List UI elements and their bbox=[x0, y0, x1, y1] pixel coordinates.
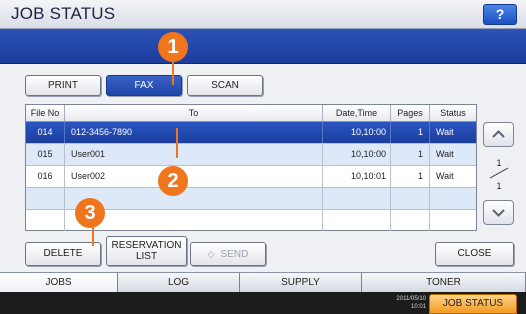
bottom-tab-bar: JOBS LOG SUPPLY TONER bbox=[0, 272, 526, 292]
delete-button[interactable]: DELETE bbox=[25, 242, 101, 266]
reservation-label-line2: LIST bbox=[135, 251, 158, 262]
chevron-up-icon bbox=[492, 130, 505, 138]
cell-date-time: 10,10:00 bbox=[323, 122, 391, 143]
job-status-button[interactable]: JOB STATUS bbox=[429, 294, 517, 314]
help-button[interactable]: ? bbox=[483, 4, 517, 25]
tab-log[interactable]: LOG bbox=[118, 273, 240, 292]
reservation-label-line1: RESERVATION bbox=[111, 240, 182, 251]
scroll-down-button[interactable] bbox=[483, 200, 514, 225]
tab-print[interactable]: PRINT bbox=[25, 75, 101, 96]
status-date: 2011/05/10 bbox=[396, 296, 426, 302]
cell-file-no: 014 bbox=[26, 122, 65, 143]
cell-status: Wait bbox=[436, 149, 454, 159]
reservation-list-button[interactable]: RESERVATION LIST bbox=[106, 236, 187, 266]
job-status-screen: JOB STATUS ? PRINT FAX SCAN File No To D… bbox=[0, 0, 526, 314]
column-header-status: Status bbox=[430, 105, 476, 122]
cell-to: 012-3456-7890 bbox=[65, 122, 323, 143]
column-header-pages: Pages bbox=[391, 105, 430, 122]
callout-2: 2 bbox=[158, 166, 188, 196]
cell-pages: 1 bbox=[391, 144, 430, 165]
tab-jobs[interactable]: JOBS bbox=[0, 273, 118, 292]
page-total: 1 bbox=[496, 181, 502, 191]
table-row[interactable]: 016 User002 10,10:01 1 Wait bbox=[26, 166, 476, 188]
tab-fax[interactable]: FAX bbox=[106, 75, 182, 96]
page-title: JOB STATUS bbox=[11, 4, 116, 23]
status-time: 10:01 bbox=[410, 304, 426, 310]
column-header-to: To bbox=[65, 105, 323, 122]
cell-to: User001 bbox=[65, 144, 323, 165]
send-label: SEND bbox=[220, 249, 249, 260]
cell-date-time: 10,10:00 bbox=[323, 144, 391, 165]
column-header-date-time: Date,Time bbox=[323, 105, 391, 122]
cell-pages: 1 bbox=[391, 122, 430, 143]
chevron-down-icon bbox=[492, 209, 505, 217]
table-row[interactable]: 014 012-3456-7890 10,10:00 1 Wait bbox=[26, 122, 476, 144]
tab-supply[interactable]: SUPPLY bbox=[240, 273, 362, 292]
table-row[interactable]: 015 User001 10,10:00 1 Wait bbox=[26, 144, 476, 166]
cell-date-time: 10,10:01 bbox=[323, 166, 391, 187]
cell-file-no: 015 bbox=[26, 144, 65, 165]
send-icon: ◇ bbox=[207, 249, 215, 259]
cell-file-no: 016 bbox=[26, 166, 65, 187]
column-header-file-no: File No bbox=[26, 105, 65, 122]
page-separator bbox=[489, 167, 509, 179]
cell-status: Wait bbox=[436, 171, 454, 181]
callout-1: 1 bbox=[158, 32, 188, 62]
callout-3: 3 bbox=[75, 198, 105, 228]
date-time: 2011/05/10 10:01 bbox=[386, 295, 426, 311]
close-button[interactable]: CLOSE bbox=[435, 242, 514, 266]
cell-status: Wait bbox=[436, 127, 454, 137]
tab-scan[interactable]: SCAN bbox=[187, 75, 263, 96]
send-button[interactable]: ◇ SEND bbox=[190, 242, 266, 266]
cell-to: User002 bbox=[65, 166, 323, 187]
cell-pages: 1 bbox=[391, 166, 430, 187]
title-bar: JOB STATUS ? bbox=[0, 0, 526, 29]
message-band bbox=[0, 29, 526, 64]
callout-1-leader bbox=[172, 58, 174, 85]
callout-2-leader bbox=[176, 128, 178, 158]
tab-toner[interactable]: TONER bbox=[362, 273, 526, 292]
scroll-up-button[interactable] bbox=[483, 122, 514, 147]
